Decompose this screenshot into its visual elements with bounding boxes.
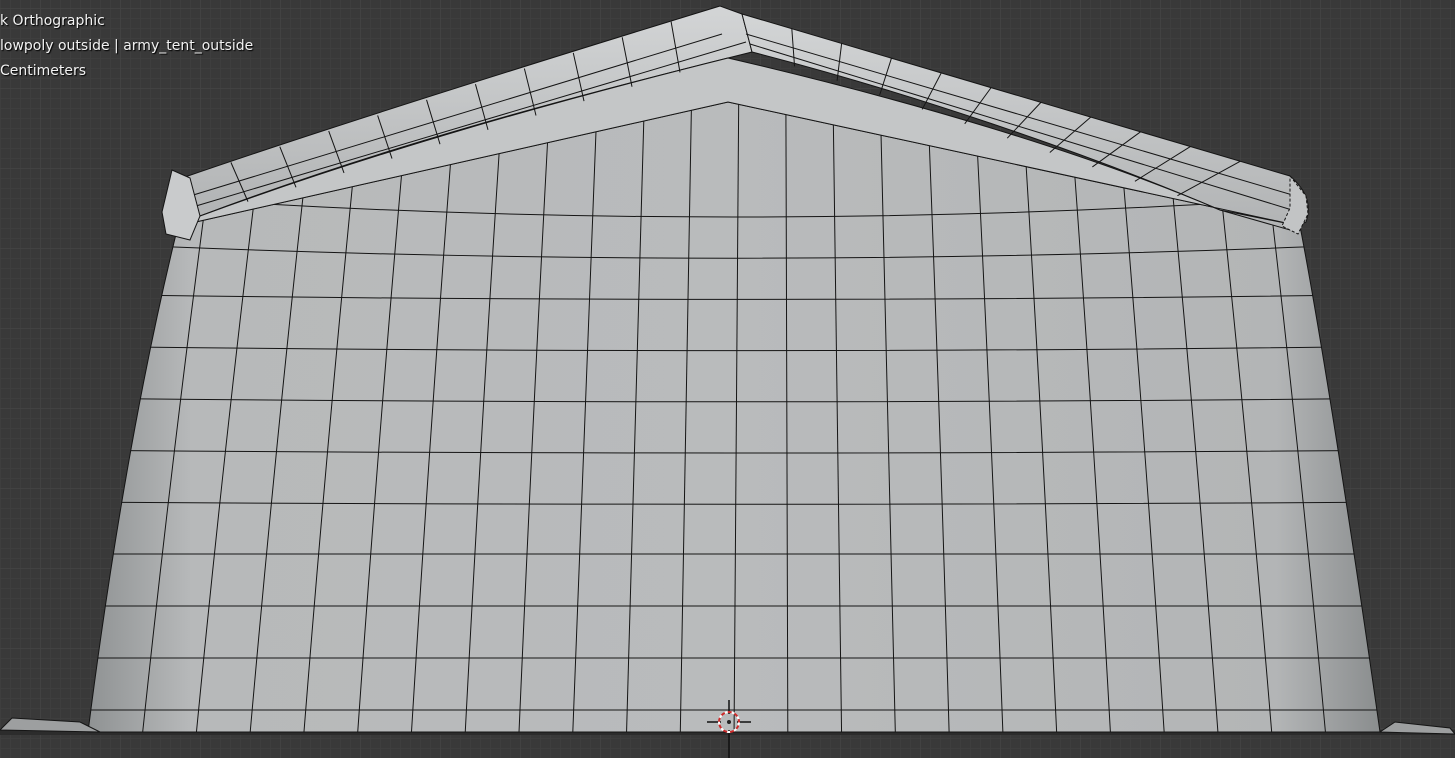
left-skirt (0, 717, 101, 733)
3d-viewport[interactable]: k Orthographic lowpoly outside | army_te… (0, 0, 1455, 758)
tent-mesh[interactable] (0, 0, 1455, 758)
active-object-label: lowpoly outside | army_tent_outside (0, 38, 254, 54)
view-mode-label: k Orthographic (0, 13, 105, 29)
right-skirt (1378, 721, 1455, 735)
units-label: Centimeters (0, 63, 87, 79)
